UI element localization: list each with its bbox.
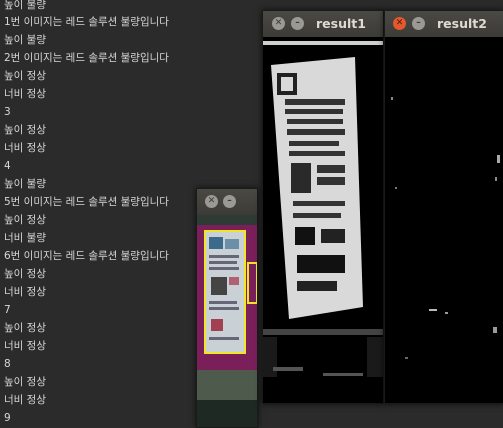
terminal-line: 높이 불량 — [4, 34, 46, 46]
mask-image — [385, 37, 503, 403]
terminal-line: 3 — [4, 106, 11, 118]
preview-image — [197, 215, 257, 427]
close-icon[interactable]: ✕ — [205, 195, 218, 208]
terminal-line: 6번 이미지는 레드 솔루션 불량입니다 — [4, 250, 169, 262]
window-title: result2 — [437, 16, 487, 31]
terminal-line: 높이 정상 — [4, 124, 46, 136]
terminal-line: 너비 정상 — [4, 340, 46, 352]
preview-titlebar[interactable]: ✕ – — [197, 189, 257, 215]
terminal-line: 4 — [4, 160, 11, 172]
terminal-line: 높이 정상 — [4, 214, 46, 226]
close-icon[interactable]: ✕ — [272, 17, 285, 30]
terminal-line: 너비 정상 — [4, 394, 46, 406]
result1-titlebar[interactable]: ✕ – result1 — [263, 11, 383, 37]
result2-image — [385, 37, 503, 403]
terminal-line: 너비 정상 — [4, 88, 46, 100]
terminal-line: 높이 불량 — [4, 178, 46, 190]
result2-window[interactable]: ✕ – result2 — [384, 10, 503, 404]
threshold-image — [263, 37, 383, 403]
terminal-line: 높이 정상 — [4, 376, 46, 388]
label-photo — [197, 215, 257, 427]
result1-image — [263, 37, 383, 403]
terminal-line: 너비 정상 — [4, 286, 46, 298]
terminal-line: 높이 정상 — [4, 70, 46, 82]
window-title: result1 — [316, 16, 366, 31]
terminal-line: 5번 이미지는 레드 솔루션 불량입니다 — [4, 196, 169, 208]
terminal-line: 너비 정상 — [4, 142, 46, 154]
result1-window[interactable]: ✕ – result1 — [262, 10, 384, 404]
terminal-line: 1번 이미지는 레드 솔루션 불량입니다 — [4, 16, 169, 28]
terminal-line: 높이 정상 — [4, 268, 46, 280]
minimize-icon[interactable]: – — [223, 195, 236, 208]
terminal-line: 8 — [4, 358, 11, 370]
terminal-line: 7 — [4, 304, 11, 316]
terminal-line: 9 — [4, 412, 11, 424]
close-icon[interactable]: ✕ — [393, 17, 406, 30]
preview-window[interactable]: ✕ – — [196, 188, 258, 428]
terminal-line: 높이 정상 — [4, 322, 46, 334]
terminal-line: 높이 불량 — [4, 0, 46, 11]
minimize-icon[interactable]: – — [291, 17, 304, 30]
terminal-line: 2번 이미지는 레드 솔루션 불량입니다 — [4, 52, 169, 64]
result2-titlebar[interactable]: ✕ – result2 — [385, 11, 503, 37]
minimize-icon[interactable]: – — [412, 17, 425, 30]
terminal-line: 너비 불량 — [4, 232, 46, 244]
